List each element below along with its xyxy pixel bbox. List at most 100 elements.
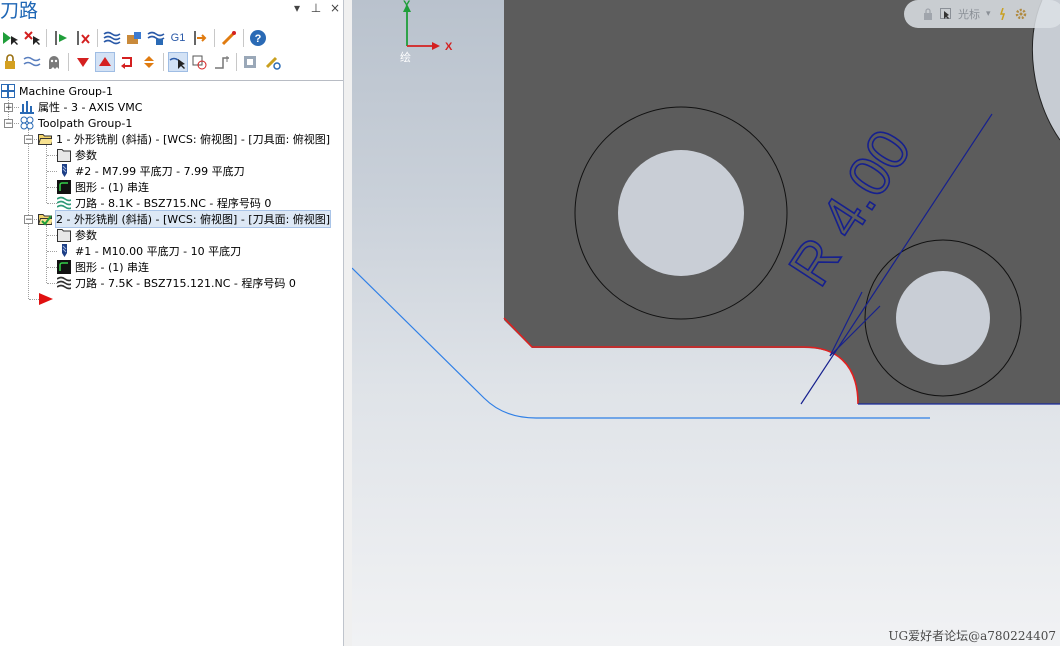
panel-dropdown-button[interactable]: ▾	[290, 1, 304, 15]
toolpath-display-icon[interactable]	[22, 52, 42, 72]
insert-position-arrow-icon[interactable]	[38, 291, 54, 307]
regen-icon[interactable]	[51, 28, 71, 48]
geometry-chain-icon	[57, 180, 71, 194]
toolpath-icon	[57, 276, 71, 290]
verify-icon[interactable]	[124, 28, 144, 48]
folder-open-icon	[38, 132, 52, 146]
viewport-canvas: R 4.00 Y X 绘	[352, 0, 1060, 419]
tree-item-tool[interactable]: #1 - M10.00 平底刀 - 10 平底刀	[57, 243, 241, 259]
auto-cursor-icon[interactable]	[997, 7, 1009, 21]
parameters-icon	[57, 148, 71, 162]
expand-toggle[interactable]: +	[4, 103, 13, 113]
tree-item-parameters[interactable]: 参数	[57, 147, 97, 163]
g1-icon[interactable]: G1	[168, 28, 188, 48]
endmill-icon	[57, 164, 71, 178]
tree-item-operation-1[interactable]: 1 - 外形铣削 (斜插) - [WCS: 俯视图] - [刀具面: 俯视图]	[38, 131, 330, 147]
toolbar-separator	[243, 29, 244, 47]
tree-item-label: #2 - M7.99 平底刀 - 7.99 平底刀	[75, 165, 245, 178]
regen-dirty-icon[interactable]	[73, 28, 93, 48]
deselect-icon[interactable]	[22, 28, 42, 48]
edit-icon[interactable]	[263, 52, 283, 72]
toolpath-group-icon	[20, 116, 34, 130]
g1-label: G1	[170, 32, 186, 44]
panel-splitter[interactable]	[344, 0, 352, 646]
cursor-icon[interactable]	[940, 8, 952, 20]
dimension-icon[interactable]	[212, 52, 232, 72]
parameters-icon	[57, 228, 71, 242]
axis-x-label: X	[445, 41, 453, 53]
machine-group-icon	[1, 84, 15, 98]
post-icon[interactable]	[190, 28, 210, 48]
backplot-icon[interactable]	[102, 28, 122, 48]
toolpaths-panel: 刀路 ▾ ⊥ × G1 ? + − − − Machine Group-1 属性…	[0, 0, 344, 646]
svg-text:?: ?	[255, 33, 262, 45]
toolbar-separator	[214, 29, 215, 47]
cursor-label: 光标	[958, 8, 980, 21]
hole-2	[896, 271, 990, 365]
geometry-chain-icon	[57, 260, 71, 274]
highfeed-icon[interactable]	[241, 52, 261, 72]
tree-item-label: 2 - 外形铣削 (斜插) - [WCS: 俯视图] - [刀具面: 俯视图]	[54, 210, 332, 228]
properties-icon	[20, 100, 34, 114]
toolbar-row-1: G1 ?	[0, 27, 270, 49]
panel-pin-button[interactable]: ⊥	[309, 1, 323, 15]
toolpath-tree: + − − − Machine Group-1 属性 - 3 - AXIS VM…	[0, 80, 343, 647]
toolbar-separator	[97, 29, 98, 47]
tree-item-label: 图形 - (1) 串连	[75, 181, 150, 194]
tree-item-tool[interactable]: #2 - M7.99 平底刀 - 7.99 平底刀	[57, 163, 245, 179]
tree-item-parameters[interactable]: 参数	[57, 227, 97, 243]
toolbar-separator	[163, 53, 164, 71]
tree-item-label: Toolpath Group-1	[38, 116, 133, 130]
select-all-icon[interactable]	[0, 28, 20, 48]
move-down-icon[interactable]	[73, 52, 93, 72]
panel-close-button[interactable]: ×	[328, 1, 342, 15]
tree-item-label: 刀路 - 8.1K - BSZ715.NC - 程序号码 0	[75, 197, 272, 210]
view-label: 绘	[400, 50, 411, 64]
insert-arrow-icon[interactable]	[117, 52, 137, 72]
watermark-text: UG爱好者论坛@a780224407	[888, 629, 1056, 643]
collapse-toggle[interactable]: −	[24, 215, 33, 225]
tree-item-operation-2[interactable]: 2 - 外形铣削 (斜插) - [WCS: 俯视图] - [刀具面: 俯视图]	[38, 210, 332, 228]
tree-item-geometry[interactable]: 图形 - (1) 串连	[57, 259, 149, 275]
tree-item-toolpath[interactable]: 刀路 - 7.5K - BSZ715.121.NC - 程序号码 0	[57, 275, 296, 291]
tree-item-machine-group[interactable]: Machine Group-1	[1, 83, 113, 99]
tree-item-toolpath[interactable]: 刀路 - 8.1K - BSZ715.NC - 程序号码 0	[57, 195, 271, 211]
graphics-viewport[interactable]: R 4.00 Y X 绘 光标 ▾ UG爱好者论坛@a780224407	[352, 0, 1060, 646]
tree-item-label: 参数	[75, 149, 97, 162]
lock-icon[interactable]	[0, 52, 20, 72]
tree-item-label: #1 - M10.00 平底刀 - 10 平底刀	[75, 245, 242, 258]
hole-1	[618, 150, 744, 276]
snap-dropdown-icon[interactable]: ▾	[986, 9, 991, 19]
tree-item-label: 刀路 - 7.5K - BSZ715.121.NC - 程序号码 0	[75, 277, 296, 290]
tree-item-label: Machine Group-1	[19, 84, 113, 98]
gear-icon[interactable]	[1015, 8, 1027, 20]
folder-open-check-icon	[38, 212, 52, 226]
tree-item-label: 参数	[75, 229, 97, 242]
toolpath-icon	[57, 196, 71, 210]
expand-collapse-icon[interactable]	[139, 52, 159, 72]
tree-item-label: 属性 - 3 - AXIS VMC	[38, 101, 143, 114]
wizard-icon[interactable]	[219, 28, 239, 48]
tree-item-label: 图形 - (1) 串连	[75, 261, 150, 274]
toolbar-separator	[68, 53, 69, 71]
collapse-toggle[interactable]: −	[24, 135, 33, 145]
tree-item-label: 1 - 外形铣削 (斜插) - [WCS: 俯视图] - [刀具面: 俯视图]	[56, 133, 331, 146]
help-icon[interactable]: ?	[248, 28, 268, 48]
tree-item-toolpath-group[interactable]: Toolpath Group-1	[20, 115, 132, 131]
tree-item-properties[interactable]: 属性 - 3 - AXIS VMC	[20, 99, 142, 115]
geometry-icon[interactable]	[190, 52, 210, 72]
ghost-icon[interactable]	[44, 52, 64, 72]
simulate-icon[interactable]	[146, 28, 166, 48]
toolbar-separator	[46, 29, 47, 47]
axis-y-label: Y	[403, 0, 411, 11]
toolbar-separator	[236, 53, 237, 71]
panel-title: 刀路	[0, 0, 39, 22]
move-up-icon[interactable]	[95, 52, 115, 72]
endmill-icon	[57, 244, 71, 258]
collapse-toggle[interactable]: −	[4, 119, 13, 129]
lock-icon[interactable]	[922, 8, 934, 20]
cursor-snap-toolbar[interactable]: 光标 ▾	[904, 0, 1060, 28]
select-mode-icon[interactable]	[168, 52, 188, 72]
toolbar-row-2	[0, 51, 285, 73]
tree-item-geometry[interactable]: 图形 - (1) 串连	[57, 179, 149, 195]
